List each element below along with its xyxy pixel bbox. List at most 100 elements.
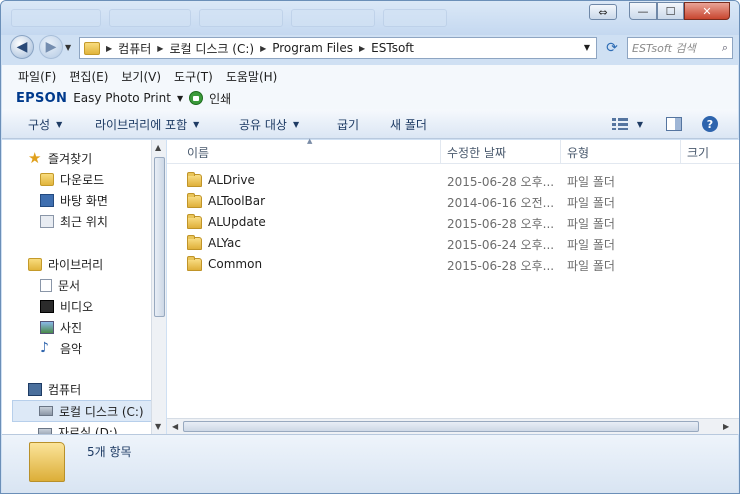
nav-label: 최근 위치: [60, 215, 108, 229]
file-list: ▲ 이름 수정한 날짜 유형 크기 ALDrive 2015-06-28 오후.…: [167, 137, 739, 418]
nav-pictures[interactable]: 사진: [40, 319, 82, 336]
preview-pane-icon: [666, 117, 682, 131]
crumb-estsoft[interactable]: ESTsoft: [367, 41, 418, 55]
file-name: Common: [208, 257, 263, 271]
epson-print-button[interactable]: 인쇄: [209, 90, 231, 107]
nav-scroll-thumb[interactable]: [154, 157, 165, 317]
file-row[interactable]: ALUpdate 2015-06-28 오후... 파일 폴더: [167, 212, 739, 233]
organize-button[interactable]: 구성 ▼: [28, 116, 62, 133]
scroll-left-icon[interactable]: ◀: [172, 422, 178, 431]
menu-help[interactable]: 도움말(H): [226, 68, 278, 85]
chevron-down-icon[interactable]: ▼: [584, 43, 590, 52]
nav-downloads[interactable]: 다운로드: [40, 171, 104, 188]
column-divider[interactable]: [440, 140, 441, 164]
chevron-right-icon[interactable]: ▶: [357, 44, 367, 53]
file-name: ALYac: [208, 236, 241, 250]
command-bar: 구성 ▼ 라이브러리에 포함 ▼ 공유 대상 ▼ 굽기 새 폴더 ▼ ?: [2, 109, 738, 139]
file-type: 파일 폴더: [567, 238, 615, 252]
search-icon: ⌕: [721, 41, 728, 54]
nav-data-disk[interactable]: 자료실 (D:): [38, 424, 118, 434]
menu-edit[interactable]: 편집(E): [69, 68, 108, 85]
nav-scrollbar[interactable]: ▲ ▼: [151, 140, 166, 434]
printer-icon[interactable]: [189, 91, 204, 105]
refresh-button[interactable]: ⟳: [601, 37, 623, 59]
menu-view[interactable]: 보기(V): [121, 68, 161, 85]
epson-product-label[interactable]: Easy Photo Print: [73, 91, 171, 105]
burn-button[interactable]: 굽기: [337, 116, 359, 133]
scroll-up-icon[interactable]: ▲: [155, 143, 161, 152]
nav-music[interactable]: ♪ 음악: [40, 340, 82, 357]
scroll-right-icon[interactable]: ▶: [723, 422, 729, 431]
epson-toolbar: EPSON Easy Photo Print ▼ 인쇄: [2, 87, 738, 109]
file-name: ALUpdate: [208, 215, 266, 229]
include-library-button[interactable]: 라이브러리에 포함 ▼: [95, 116, 199, 133]
address-box[interactable]: ▶ 컴퓨터 ▶ 로컬 디스크 (C:) ▶ Program Files ▶ ES…: [79, 37, 597, 59]
view-options-button[interactable]: [610, 114, 630, 134]
menu-file[interactable]: 파일(F): [18, 68, 56, 85]
nav-local-disk[interactable]: 로컬 디스크 (C:): [12, 400, 151, 422]
chevron-right-icon[interactable]: ▶: [155, 44, 165, 53]
chevron-down-icon[interactable]: ▼: [634, 114, 646, 134]
column-divider[interactable]: [560, 140, 561, 164]
folder-icon: [187, 213, 202, 229]
new-folder-label: 새 폴더: [390, 118, 427, 132]
folder-icon: [187, 192, 202, 208]
nav-recent[interactable]: 최근 위치: [40, 213, 108, 230]
nav-computer[interactable]: 컴퓨터: [28, 381, 81, 398]
minimize-button[interactable]: —: [629, 2, 657, 20]
nav-libraries[interactable]: 라이브러리: [28, 256, 103, 273]
navigation-pane: ★ 즐겨찾기 다운로드 바탕 화면 최근 위치 라이브러리 문서 비디오 사진 ♪…: [2, 140, 151, 434]
nav-label: 라이브러리: [48, 258, 104, 272]
nav-videos[interactable]: 비디오: [40, 298, 93, 315]
crumb-local-disk[interactable]: 로컬 디스크 (C:): [165, 40, 258, 57]
column-divider[interactable]: [680, 140, 681, 164]
chevron-down-icon[interactable]: ▼: [177, 94, 183, 103]
share-button[interactable]: 공유 대상 ▼: [239, 116, 299, 133]
chevron-right-icon[interactable]: ▶: [104, 44, 114, 53]
scroll-down-icon[interactable]: ▼: [155, 422, 161, 431]
file-row[interactable]: ALDrive 2015-06-28 오후... 파일 폴더: [167, 170, 739, 191]
nav-favorites[interactable]: ★ 즐겨찾기: [28, 150, 92, 167]
back-button[interactable]: ◀: [10, 35, 34, 59]
sort-ascending-icon: ▲: [307, 137, 313, 145]
pictures-icon: [40, 321, 54, 334]
crumb-program-files[interactable]: Program Files: [268, 41, 357, 55]
chevron-down-icon: ▼: [56, 120, 63, 129]
ghost-tab-5: [383, 9, 447, 27]
forward-button[interactable]: ▶: [39, 35, 63, 59]
history-dropdown-icon[interactable]: ▼: [65, 43, 71, 52]
file-row[interactable]: Common 2015-06-28 오후... 파일 폴더: [167, 254, 739, 275]
menu-tools[interactable]: 도구(T): [174, 68, 213, 85]
nav-documents[interactable]: 문서: [40, 277, 80, 294]
help-button[interactable]: ?: [700, 114, 720, 134]
nav-desktop[interactable]: 바탕 화면: [40, 192, 108, 209]
chevron-right-icon[interactable]: ▶: [258, 44, 268, 53]
maximize-button[interactable]: ☐: [657, 2, 684, 20]
chevron-down-icon: ▼: [193, 120, 200, 129]
column-size[interactable]: 크기: [687, 144, 709, 161]
organize-label: 구성: [28, 118, 51, 132]
file-list-scroll-thumb[interactable]: [183, 421, 699, 432]
file-row[interactable]: ALToolBar 2014-06-16 오전... 파일 폴더: [167, 191, 739, 212]
nav-label: 로컬 디스크 (C:): [59, 404, 144, 419]
file-name: ALDrive: [208, 173, 255, 187]
search-input[interactable]: ESTsoft 검색 ⌕: [627, 37, 733, 59]
file-date: 2015-06-28 오후...: [447, 217, 555, 231]
column-type[interactable]: 유형: [567, 144, 589, 161]
music-icon: ♪: [40, 340, 49, 356]
nav-label: 비디오: [60, 300, 94, 314]
column-date[interactable]: 수정한 날짜: [447, 144, 506, 161]
column-name[interactable]: 이름: [187, 144, 209, 161]
file-list-scrollbar[interactable]: ◀ ▶: [167, 418, 739, 434]
nav-label: 바탕 화면: [60, 194, 108, 208]
downloads-icon: [40, 173, 54, 186]
file-row[interactable]: ALYac 2015-06-24 오후... 파일 폴더: [167, 233, 739, 254]
new-folder-button[interactable]: 새 폴더: [390, 116, 427, 133]
restore-icon[interactable]: ⇔: [589, 4, 617, 20]
file-name: ALToolBar: [208, 194, 266, 208]
crumb-computer[interactable]: 컴퓨터: [114, 40, 155, 57]
computer-icon: [28, 383, 42, 396]
ghost-tab-1: [11, 9, 101, 27]
preview-pane-button[interactable]: [664, 114, 684, 134]
close-button[interactable]: ✕: [684, 2, 730, 20]
